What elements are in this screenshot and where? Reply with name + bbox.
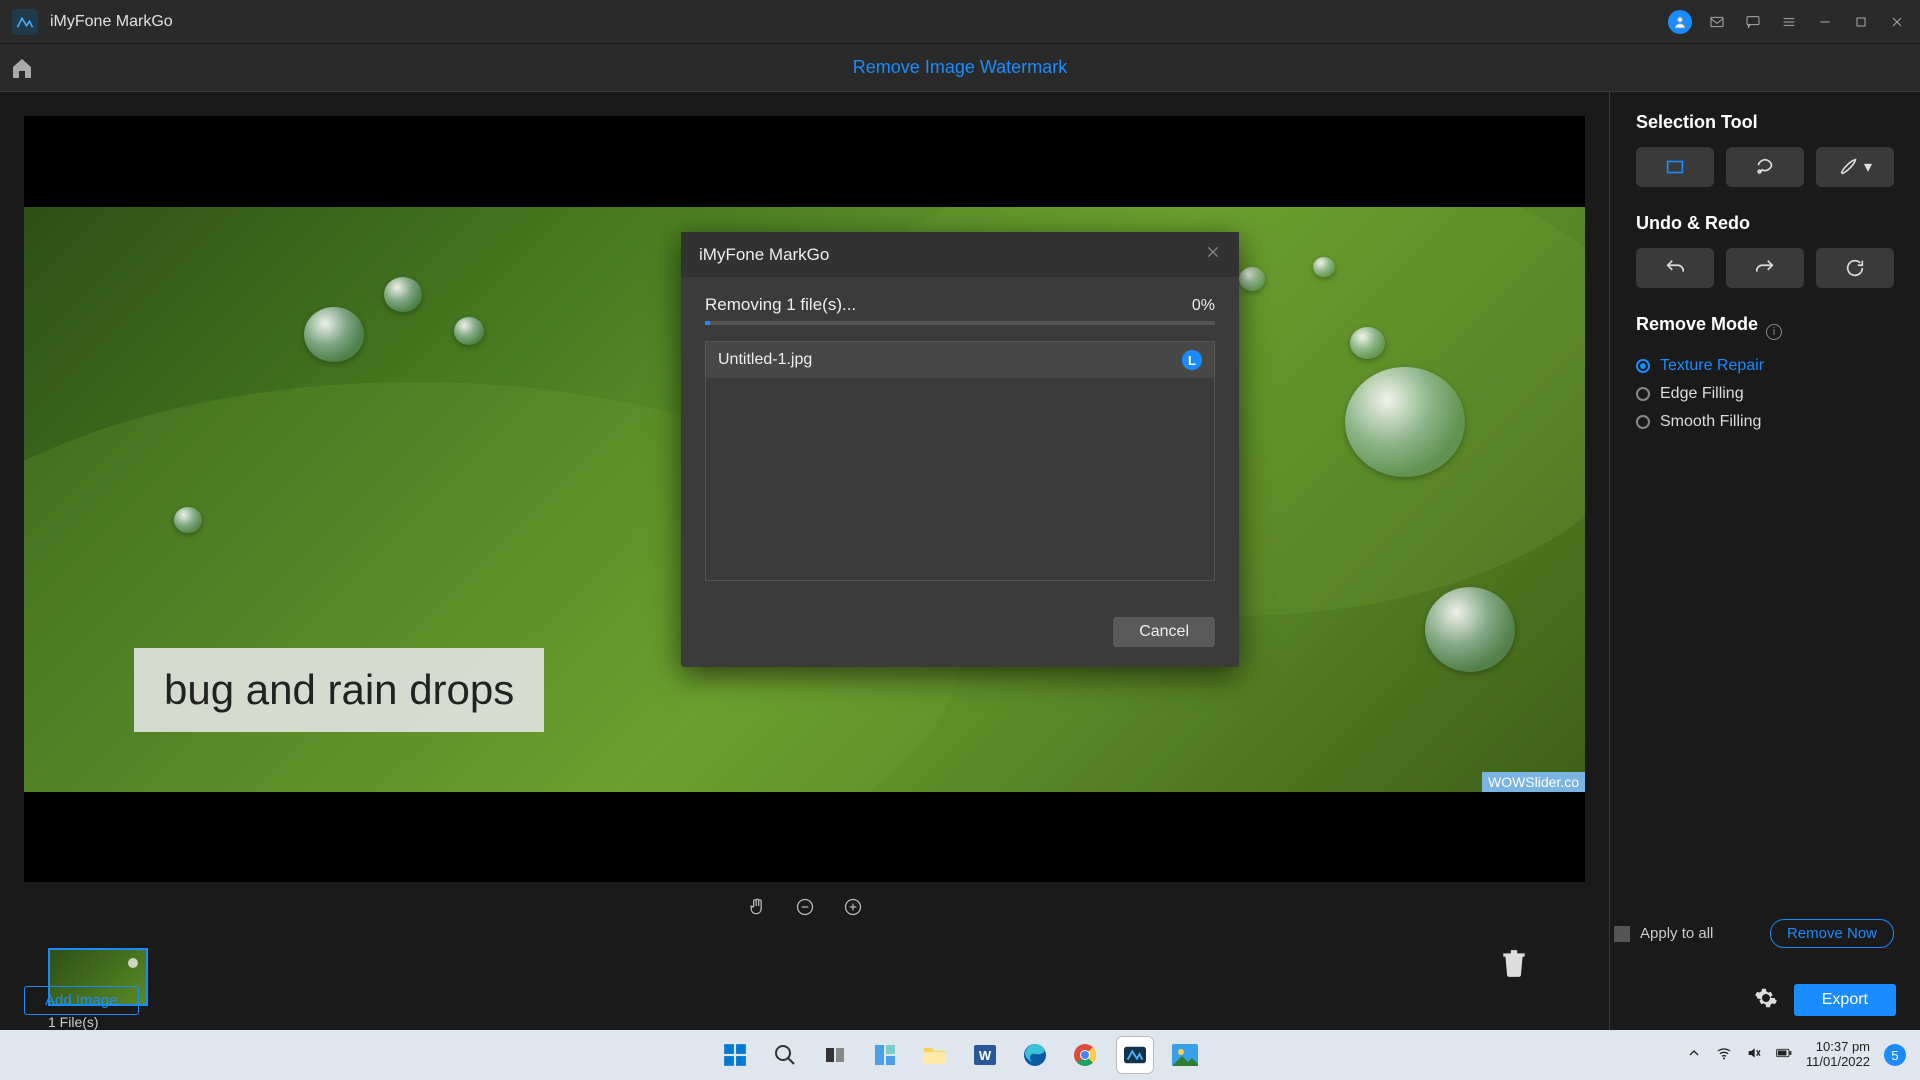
- select-rect-button[interactable]: [1636, 147, 1714, 187]
- pan-hand-icon[interactable]: [747, 897, 767, 922]
- info-icon[interactable]: i: [1766, 324, 1782, 340]
- redo-button[interactable]: [1726, 248, 1804, 288]
- selection-tool-heading: Selection Tool: [1636, 112, 1894, 133]
- system-tray[interactable]: 10:37 pm 11/01/2022 5: [1686, 1040, 1906, 1070]
- mode-edge-filling[interactable]: Edge Filling: [1636, 385, 1894, 403]
- markgo-taskbar-icon[interactable]: [1116, 1036, 1154, 1074]
- remove-now-button[interactable]: Remove Now: [1770, 919, 1894, 948]
- tray-chevron-icon[interactable]: [1686, 1045, 1702, 1066]
- word-icon[interactable]: W: [966, 1036, 1004, 1074]
- taskview-icon[interactable]: [816, 1036, 854, 1074]
- select-brush-button[interactable]: ▾: [1816, 147, 1894, 187]
- mail-icon[interactable]: [1706, 11, 1728, 33]
- loading-icon: L: [1182, 350, 1202, 370]
- home-button[interactable]: [0, 56, 44, 80]
- wowslider-badge: WOWSlider.co: [1482, 772, 1585, 792]
- file-count: 1 File(s): [48, 1014, 148, 1030]
- minimize-button[interactable]: [1814, 11, 1836, 33]
- clock[interactable]: 10:37 pm 11/01/2022: [1806, 1040, 1870, 1070]
- notifications-badge[interactable]: 5: [1884, 1044, 1906, 1066]
- reset-button[interactable]: [1816, 248, 1894, 288]
- export-button[interactable]: Export: [1794, 984, 1896, 1016]
- chevron-down-icon: ▾: [1864, 157, 1872, 177]
- search-icon[interactable]: [766, 1036, 804, 1074]
- photos-icon[interactable]: [1166, 1036, 1204, 1074]
- chrome-icon[interactable]: [1066, 1036, 1104, 1074]
- wifi-icon[interactable]: [1716, 1045, 1732, 1066]
- page-title: Remove Image Watermark: [44, 57, 1876, 78]
- image-watermark-text: bug and rain drops: [134, 648, 544, 732]
- bottom-bar: Add Image Export: [24, 984, 1896, 1016]
- undo-redo-heading: Undo & Redo: [1636, 213, 1894, 234]
- sidebar-actions: Apply to all Remove Now: [1614, 919, 1894, 948]
- menu-icon[interactable]: [1778, 11, 1800, 33]
- close-button[interactable]: [1886, 11, 1908, 33]
- delete-icon[interactable]: [1501, 948, 1527, 983]
- apply-to-all-checkbox[interactable]: Apply to all: [1614, 925, 1713, 942]
- file-list: Untitled-1.jpg L: [705, 341, 1215, 581]
- dialog-title: iMyFone MarkGo: [699, 245, 829, 265]
- progress-percent: 0%: [1192, 297, 1215, 315]
- canvas-toolbar: [24, 882, 1585, 936]
- cancel-button[interactable]: Cancel: [1113, 617, 1215, 647]
- file-name: Untitled-1.jpg: [718, 351, 812, 369]
- settings-icon[interactable]: [1754, 986, 1778, 1015]
- progress-status: Removing 1 file(s)...: [705, 295, 856, 315]
- svg-text:W: W: [979, 1048, 992, 1063]
- start-button[interactable]: [716, 1036, 754, 1074]
- titlebar: iMyFone MarkGo: [0, 0, 1920, 44]
- mode-smooth-filling[interactable]: Smooth Filling: [1636, 413, 1894, 431]
- widgets-icon[interactable]: [866, 1036, 904, 1074]
- user-account-icon[interactable]: [1668, 10, 1692, 34]
- progress-dialog: iMyFone MarkGo Removing 1 file(s)... 0% …: [681, 232, 1239, 667]
- edge-icon[interactable]: [1016, 1036, 1054, 1074]
- chat-icon[interactable]: [1742, 11, 1764, 33]
- header: Remove Image Watermark: [0, 44, 1920, 92]
- windows-taskbar: W 10:37 pm 11/01/2022 5: [0, 1030, 1920, 1080]
- explorer-icon[interactable]: [916, 1036, 954, 1074]
- add-image-button[interactable]: Add Image: [24, 986, 139, 1015]
- zoom-out-icon[interactable]: [795, 897, 815, 922]
- zoom-in-icon[interactable]: [843, 897, 863, 922]
- volume-icon[interactable]: [1746, 1045, 1762, 1066]
- select-lasso-button[interactable]: [1726, 147, 1804, 187]
- app-logo: [12, 9, 38, 35]
- sidebar: Selection Tool ▾ Undo & Redo Remove Mode…: [1610, 92, 1920, 1030]
- undo-button[interactable]: [1636, 248, 1714, 288]
- file-list-item: Untitled-1.jpg L: [706, 342, 1214, 378]
- battery-icon[interactable]: [1776, 1045, 1792, 1066]
- app-title: iMyFone MarkGo: [50, 13, 173, 31]
- dialog-close-icon[interactable]: [1205, 244, 1221, 265]
- remove-mode-heading: Remove Mode: [1636, 314, 1758, 335]
- progress-bar: [705, 321, 1215, 325]
- mode-texture-repair[interactable]: Texture Repair: [1636, 357, 1894, 375]
- maximize-button[interactable]: [1850, 11, 1872, 33]
